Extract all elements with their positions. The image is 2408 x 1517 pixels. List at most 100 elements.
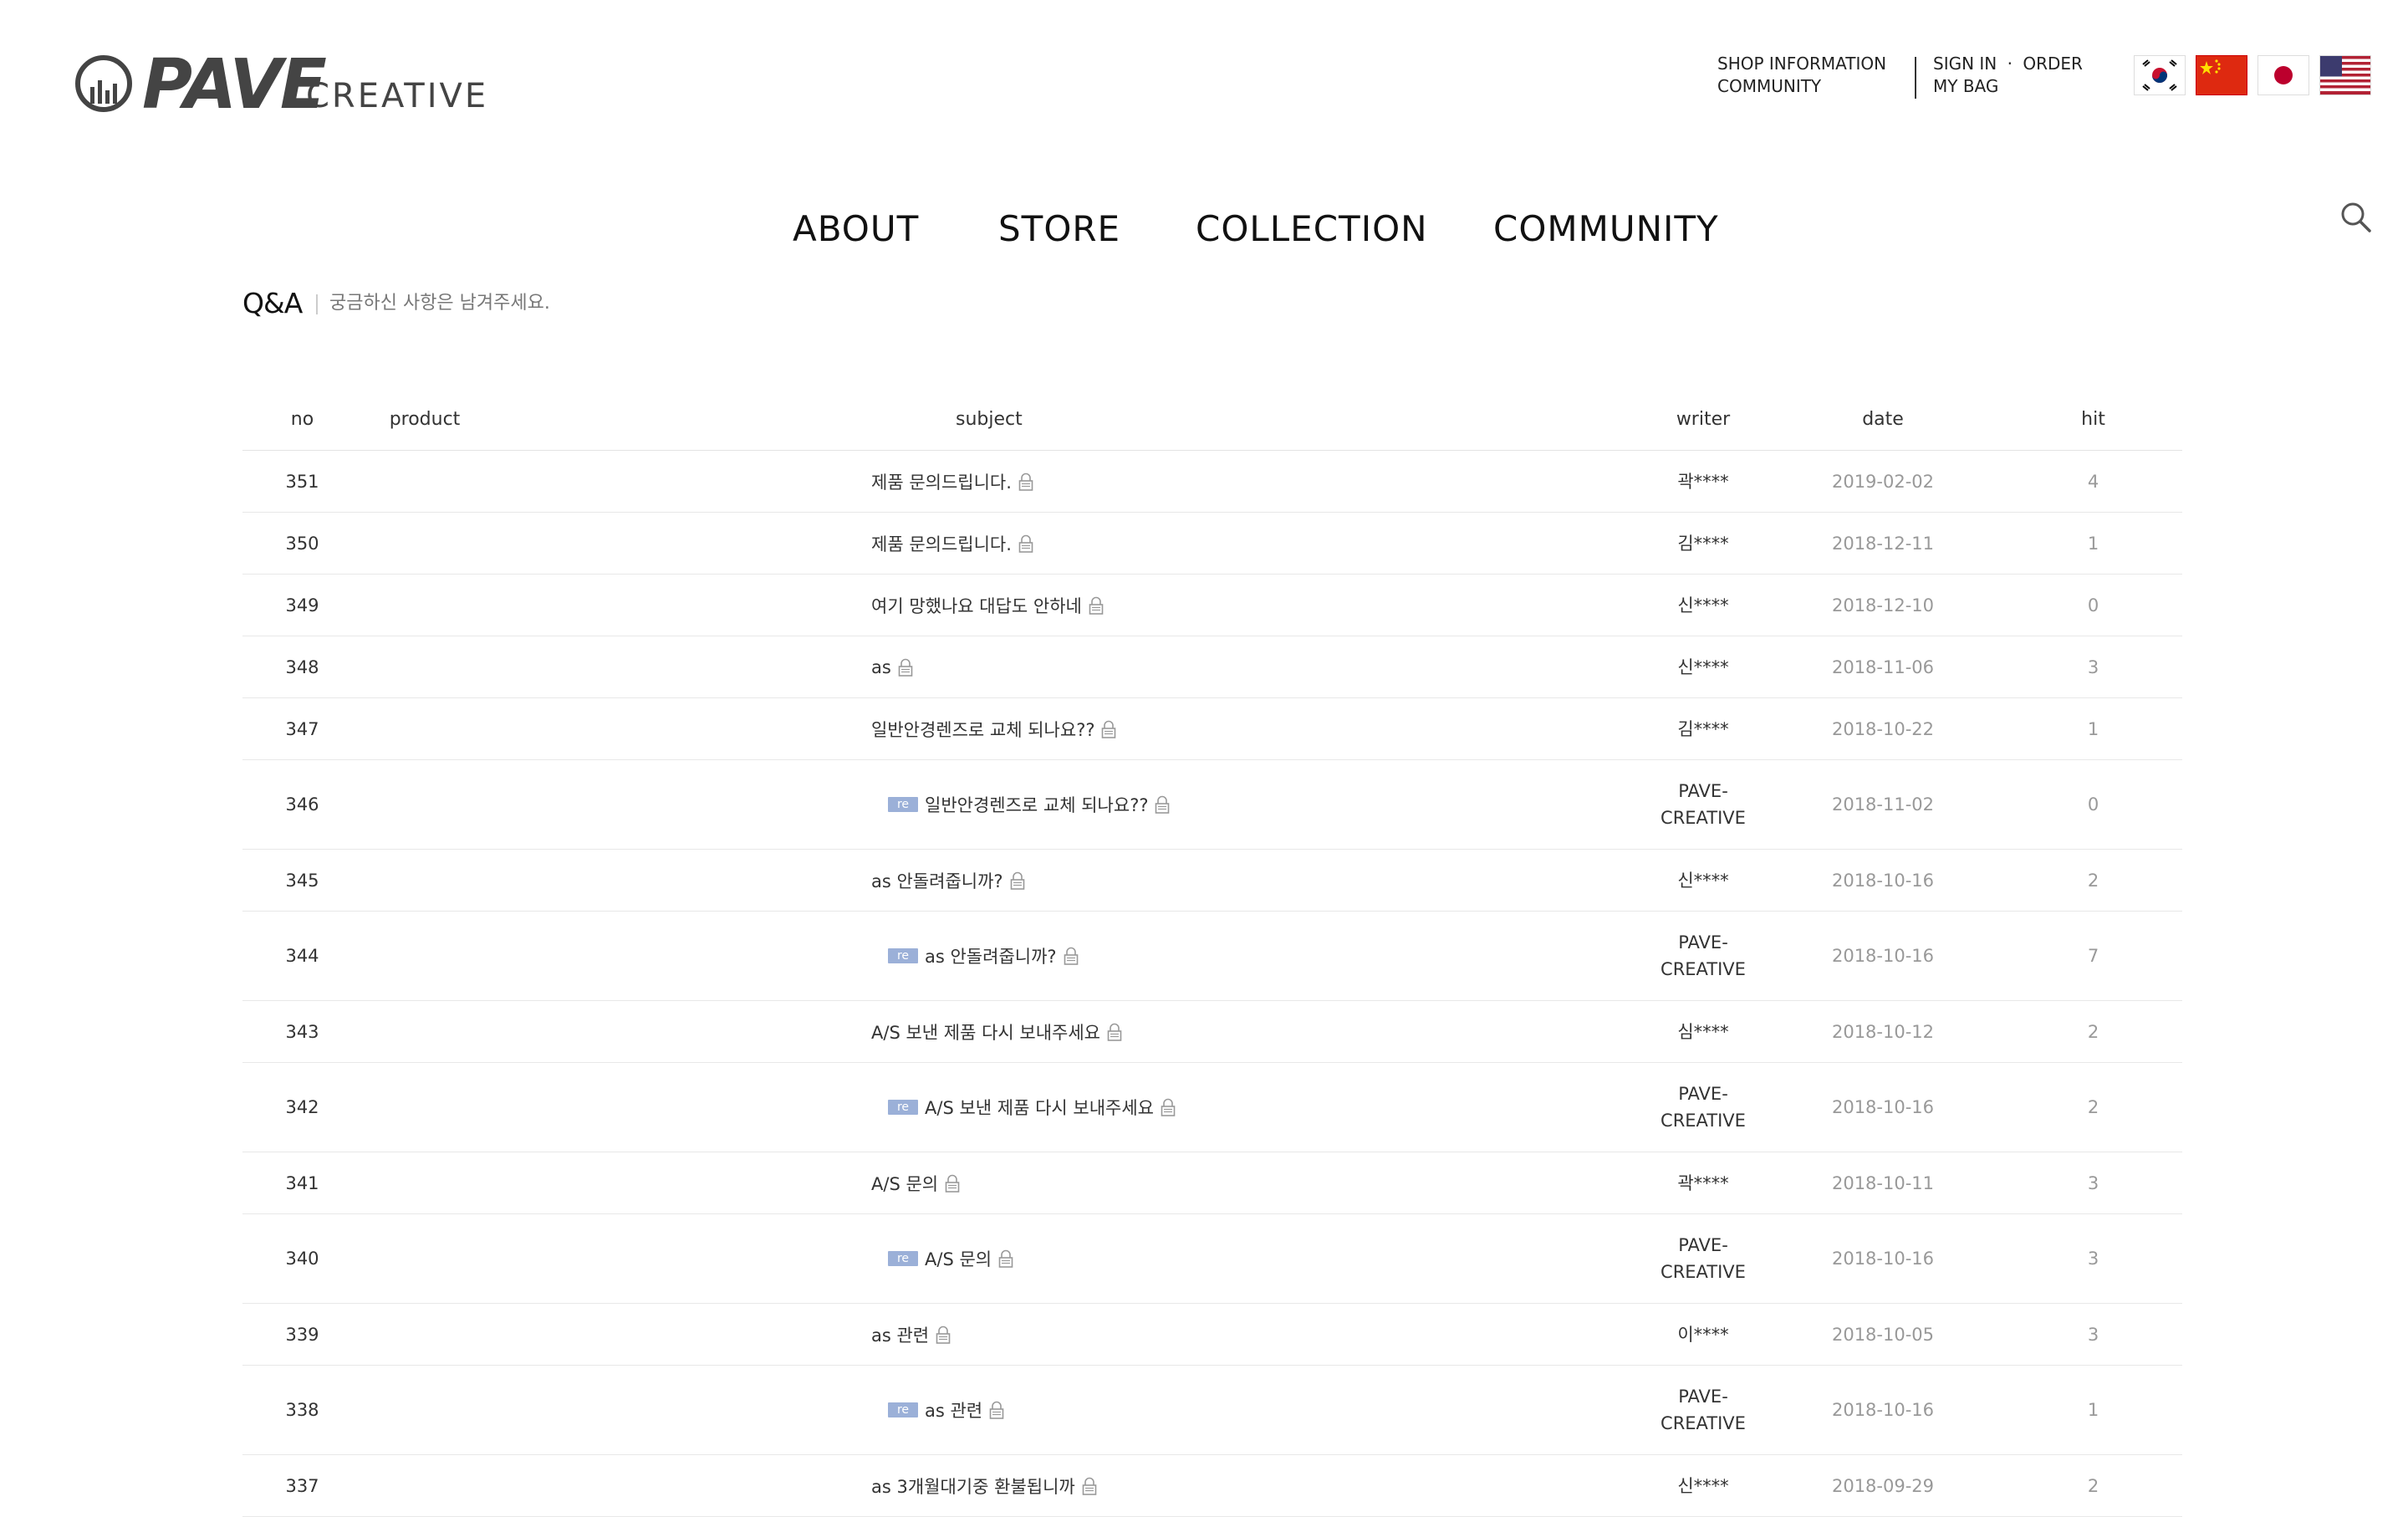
- korea-flag-icon[interactable]: [2134, 55, 2186, 95]
- table-row[interactable]: 342 re A/S 보낸 제품 다시 보내주세요 PAVE- CREATIVE 2018…: [242, 1062, 2182, 1152]
- search-button[interactable]: [2338, 199, 2375, 236]
- cell-no: 351: [242, 450, 362, 513]
- cell-writer: 신****: [1645, 574, 1762, 636]
- subject-link[interactable]: 여기 망했나요 대답도 안하네: [871, 596, 1082, 616]
- cell-subject[interactable]: 여기 망했나요 대답도 안하네: [487, 574, 1645, 636]
- table-row[interactable]: 351 제품 문의드립니다. 곽**** 2019-02-02 4: [242, 450, 2182, 513]
- china-flag-icon[interactable]: [2196, 55, 2247, 95]
- cell-writer: 신****: [1645, 1454, 1762, 1517]
- community-link[interactable]: COMMUNITY: [1717, 74, 1821, 98]
- cell-hit: 2: [2004, 1454, 2182, 1517]
- lock-icon: [936, 1325, 951, 1344]
- nav-collection[interactable]: COLLECTION: [1196, 206, 1428, 253]
- cell-subject[interactable]: re A/S 보낸 제품 다시 보내주세요: [487, 1062, 1645, 1152]
- table-row[interactable]: 344 re as 안돌려줍니까? PAVE- CREATIVE 2018-10-16 7: [242, 911, 2182, 1001]
- usa-flag-icon[interactable]: [2319, 55, 2371, 95]
- table-row[interactable]: 349 여기 망했나요 대답도 안하네 신**** 2018-12-10 0: [242, 574, 2182, 636]
- writer-name: 김****: [1677, 718, 1729, 739]
- table-row[interactable]: 348 as 신**** 2018-11-06 3: [242, 636, 2182, 698]
- cell-writer: 신****: [1645, 849, 1762, 912]
- subject-link[interactable]: as: [871, 657, 891, 677]
- cell-subject[interactable]: re as 관련: [487, 1365, 1645, 1455]
- cell-product: [362, 759, 487, 850]
- header-date: date: [1762, 388, 2004, 451]
- cell-subject[interactable]: A/S 문의: [487, 1152, 1645, 1214]
- nav-about[interactable]: ABOUT: [793, 206, 919, 253]
- cell-subject[interactable]: as 관련: [487, 1303, 1645, 1366]
- table-row[interactable]: 337 as 3개월대기중 환불됩니까 신**** 2018-09-29 2: [242, 1454, 2182, 1517]
- cell-writer: 곽****: [1645, 450, 1762, 513]
- subject-link[interactable]: as 안돌려줍니까?: [925, 947, 1057, 967]
- table-row[interactable]: 341 A/S 문의 곽**** 2018-10-11 3: [242, 1152, 2182, 1214]
- cell-hit: 3: [2004, 1303, 2182, 1366]
- subject-link[interactable]: as 관련: [871, 1325, 929, 1346]
- cell-subject[interactable]: as: [487, 636, 1645, 698]
- cell-no: 343: [242, 1000, 362, 1063]
- cell-date: 2018-09-29: [1762, 1454, 2004, 1517]
- cell-no: 346: [242, 759, 362, 850]
- table-row[interactable]: 346 re 일반안경렌즈로 교체 되나요?? PAVE- CREATIVE 2018-1…: [242, 759, 2182, 850]
- japan-flag-icon[interactable]: [2258, 55, 2309, 95]
- subject-link[interactable]: 일반안경렌즈로 교체 되나요??: [871, 720, 1094, 740]
- logo-mark-icon: [75, 55, 132, 112]
- subject-link[interactable]: A/S 보낸 제품 다시 보내주세요: [871, 1023, 1100, 1043]
- table-row[interactable]: 338 re as 관련 PAVE- CREATIVE 2018-10-16 1: [242, 1365, 2182, 1455]
- cell-writer: 심****: [1645, 1000, 1762, 1063]
- writer-name: PAVE-: [1678, 1235, 1728, 1255]
- cell-date: 2018-10-16: [1762, 1365, 2004, 1455]
- shop-information-link[interactable]: SHOP INFORMATION: [1717, 52, 1886, 75]
- writer-name: 이****: [1677, 1324, 1729, 1345]
- subject-link[interactable]: as 관련: [925, 1401, 982, 1421]
- qa-table-body: 351 제품 문의드립니다. 곽**** 2019-02-02 4 350 제품 문의드립니…: [242, 450, 2182, 1517]
- cell-product: [362, 1365, 487, 1455]
- writer-name: PAVE-: [1678, 1084, 1728, 1104]
- subject-link[interactable]: A/S 문의: [925, 1249, 992, 1269]
- cell-subject[interactable]: re A/S 문의: [487, 1213, 1645, 1304]
- my-bag-link[interactable]: MY BAG: [1933, 74, 1998, 98]
- order-link[interactable]: ORDER: [2023, 54, 2083, 74]
- table-row[interactable]: 345 as 안돌려줍니까? 신**** 2018-10-16 2: [242, 849, 2182, 912]
- table-row[interactable]: 340 re A/S 문의 PAVE- CREATIVE 2018-10-16 3: [242, 1213, 2182, 1304]
- cell-no: 339: [242, 1303, 362, 1366]
- table-row[interactable]: 350 제품 문의드립니다. 김**** 2018-12-11 1: [242, 512, 2182, 575]
- cell-date: 2018-10-22: [1762, 697, 2004, 760]
- cell-no: 342: [242, 1062, 362, 1152]
- cell-no: 350: [242, 512, 362, 575]
- cell-subject[interactable]: 일반안경렌즈로 교체 되나요??: [487, 697, 1645, 760]
- subject-link[interactable]: as 3개월대기중 환불됩니까: [871, 1477, 1075, 1497]
- subject-link[interactable]: 제품 문의드립니다.: [871, 472, 1012, 493]
- subject-link[interactable]: 일반안경렌즈로 교체 되나요??: [925, 795, 1148, 815]
- cell-hit: 2: [2004, 1062, 2182, 1152]
- table-row[interactable]: 343 A/S 보낸 제품 다시 보내주세요 심**** 2018-10-12 2: [242, 1000, 2182, 1063]
- cell-no: 345: [242, 849, 362, 912]
- cell-no: 347: [242, 697, 362, 760]
- cell-date: 2018-12-10: [1762, 574, 2004, 636]
- cell-writer: PAVE- CREATIVE: [1645, 911, 1762, 1001]
- table-row[interactable]: 347 일반안경렌즈로 교체 되나요?? 김**** 2018-10-22 1: [242, 697, 2182, 760]
- nav-community[interactable]: COMMUNITY: [1493, 206, 1719, 253]
- cell-product: [362, 512, 487, 575]
- sign-in-link[interactable]: SIGN IN: [1933, 54, 1997, 74]
- qa-table: no product subject writer date hit 351 제품…: [242, 388, 2182, 1517]
- reply-badge: re: [888, 1402, 918, 1417]
- cell-subject[interactable]: re as 안돌려줍니까?: [487, 911, 1645, 1001]
- cell-writer: 김****: [1645, 512, 1762, 575]
- cell-subject[interactable]: A/S 보낸 제품 다시 보내주세요: [487, 1000, 1645, 1063]
- search-icon: [2341, 202, 2371, 232]
- cell-no: 338: [242, 1365, 362, 1455]
- table-row[interactable]: 339 as 관련 이**** 2018-10-05 3: [242, 1303, 2182, 1366]
- lock-icon: [1064, 947, 1078, 965]
- cell-writer: 곽****: [1645, 1152, 1762, 1214]
- cell-subject[interactable]: as 3개월대기중 환불됩니까: [487, 1454, 1645, 1517]
- cell-subject[interactable]: re 일반안경렌즈로 교체 되나요??: [487, 759, 1645, 850]
- subject-link[interactable]: 제품 문의드립니다.: [871, 534, 1012, 554]
- cell-subject[interactable]: 제품 문의드립니다.: [487, 450, 1645, 513]
- subject-link[interactable]: A/S 문의: [871, 1174, 938, 1194]
- subject-link[interactable]: as 안돌려줍니까?: [871, 871, 1003, 891]
- lock-icon: [1082, 1477, 1097, 1495]
- cell-date: 2018-11-06: [1762, 636, 2004, 698]
- cell-subject[interactable]: as 안돌려줍니까?: [487, 849, 1645, 912]
- nav-store[interactable]: STORE: [998, 206, 1120, 253]
- subject-link[interactable]: A/S 보낸 제품 다시 보내주세요: [925, 1098, 1154, 1118]
- cell-subject[interactable]: 제품 문의드립니다.: [487, 512, 1645, 575]
